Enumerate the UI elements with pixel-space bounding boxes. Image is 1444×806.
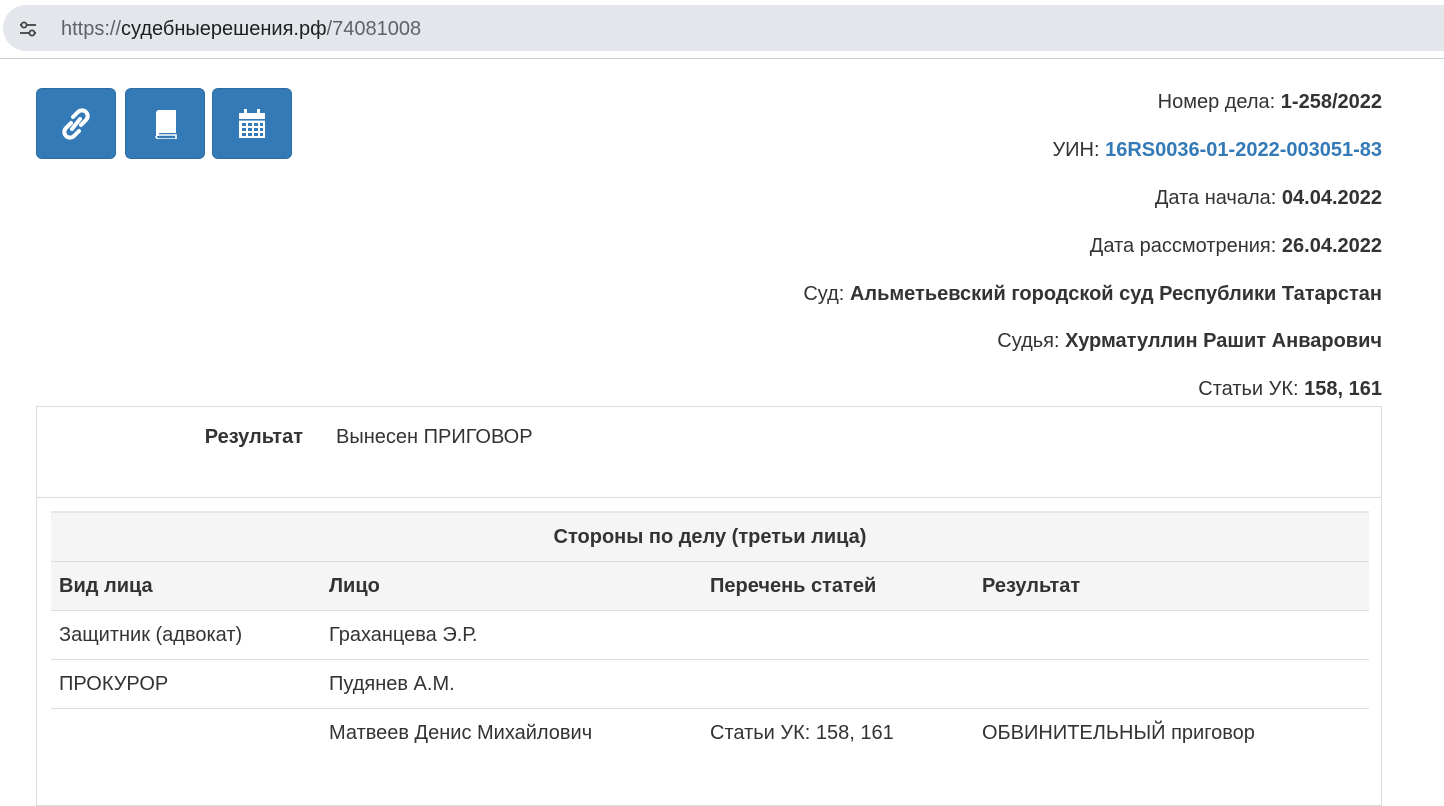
address-bar[interactable]: https://судебныерешения.рф/74081008 [3, 5, 1444, 51]
case-number-line: Номер дела: 1-258/2022 [1158, 90, 1382, 114]
start-date-label: Дата начала: [1154, 187, 1277, 209]
table-row: Матвеев Денис Михайлович Статьи УК: 158,… [51, 708, 1369, 757]
articles-cell [702, 659, 974, 709]
result-label: Результат [204, 426, 303, 448]
table-row: ПРОКУРОР Пудянев А.М. [51, 659, 1369, 709]
result-value: Вынесен ПРИГОВОР [336, 426, 533, 448]
result-cell: ОБВИНИТЕЛЬНЫЙ приговор [974, 708, 1369, 757]
parties-caption: Стороны по делу (третьи лица) [51, 511, 1369, 562]
url-domain: судебныерешения.рф [121, 18, 327, 40]
judge-line: Судья: Хурматуллин Рашит Анварович [997, 329, 1382, 353]
court-line: Суд: Альметьевский городской суд Республ… [803, 282, 1382, 306]
person-cell: Пудянев А.М. [321, 659, 702, 709]
review-date: 26.04.2022 [1281, 235, 1382, 257]
review-date-label: Дата рассмотрения: [1089, 235, 1277, 257]
uin-line: УИН: 16RS0036-01-2022-003051-83 [1052, 138, 1382, 162]
result-cell [974, 610, 1369, 660]
court-name: Альметьевский городской суд Республики Т… [849, 283, 1382, 305]
review-date-line: Дата рассмотрения: 26.04.2022 [1090, 234, 1382, 258]
person-cell: Граханцева Э.Р. [321, 610, 702, 660]
articles-cell [702, 610, 974, 660]
column-header-person-type: Вид лица [51, 561, 321, 611]
document-button[interactable] [125, 88, 205, 159]
calendar-button[interactable] [212, 88, 292, 159]
articles-line: Статьи УК: 158, 161 [1198, 377, 1382, 401]
parties-table: Стороны по делу (третьи лица) Вид лица Л… [51, 511, 1369, 757]
tune-icon[interactable] [18, 20, 38, 38]
person-type-cell [51, 708, 321, 757]
person-type-cell: ПРОКУРОР [51, 659, 321, 709]
result-cell [974, 659, 1369, 709]
browser-address-bar-area: https://судебныерешения.рф/74081008 [0, 0, 1444, 59]
result-row: Результат Вынесен ПРИГОВОР [37, 407, 1381, 498]
court-label: Суд: [803, 283, 845, 305]
url-path: /74081008 [326, 18, 422, 40]
start-date: 04.04.2022 [1281, 187, 1382, 209]
uin-link[interactable]: 16RS0036-01-2022-003051-83 [1105, 139, 1382, 161]
copy-link-button[interactable] [36, 88, 116, 159]
start-date-line: Дата начала: 04.04.2022 [1155, 186, 1382, 210]
person-cell: Матвеев Денис Михайлович [321, 708, 702, 757]
articles-label: Статьи УК: [1198, 378, 1299, 400]
articles-value: 158, 161 [1304, 378, 1382, 400]
column-header-articles: Перечень статей [702, 561, 974, 611]
url-protocol: https:// [61, 18, 122, 40]
person-type-cell: Защитник (адвокат) [51, 610, 321, 660]
judge-name: Хурматуллин Рашит Анварович [1065, 330, 1382, 352]
uin-label: УИН: [1052, 139, 1100, 161]
result-panel: Результат Вынесен ПРИГОВОР Стороны по де… [36, 406, 1382, 806]
judge-label: Судья: [997, 330, 1060, 352]
table-row: Защитник (адвокат) Граханцева Э.Р. [51, 610, 1369, 660]
column-header-person: Лицо [321, 561, 702, 611]
articles-cell: Статьи УК: 158, 161 [702, 708, 974, 757]
case-number-label: Номер дела: [1157, 91, 1276, 113]
column-header-result: Результат [974, 561, 1369, 611]
case-number: 1-258/2022 [1280, 91, 1382, 113]
url-text[interactable]: https://судебныерешения.рф/74081008 [61, 18, 421, 40]
